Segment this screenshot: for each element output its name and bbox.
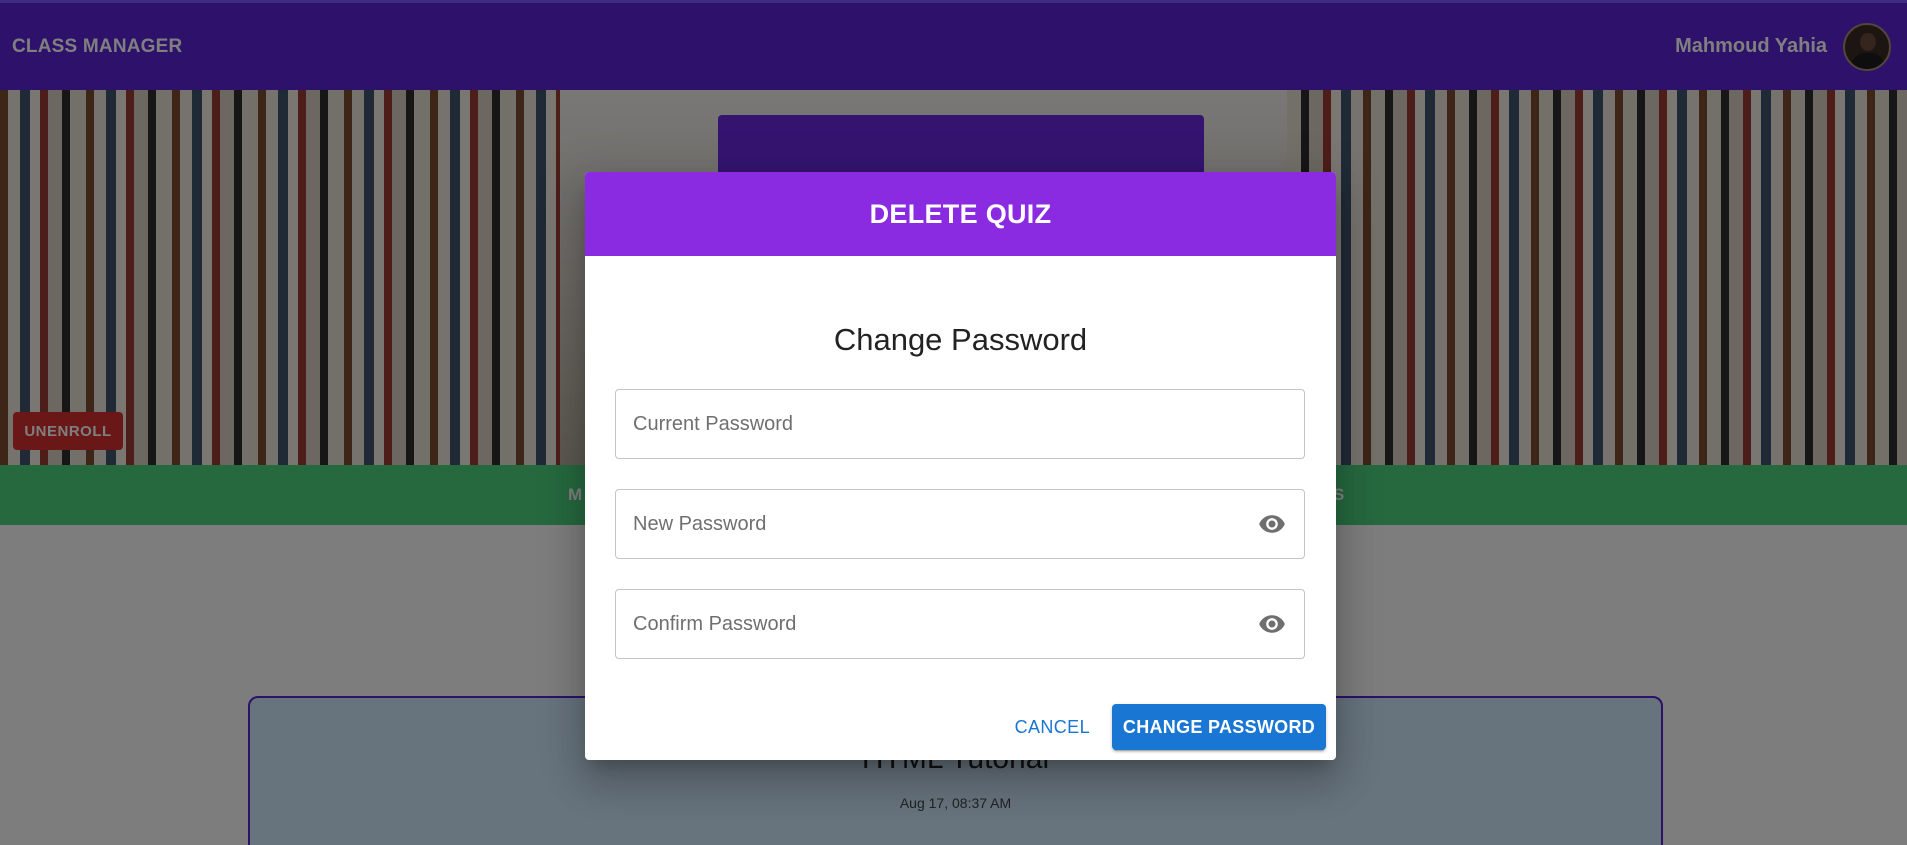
current-password-field[interactable] <box>615 389 1305 459</box>
new-password-field[interactable] <box>615 489 1305 559</box>
current-password-input[interactable] <box>633 404 1288 444</box>
eye-icon[interactable] <box>1256 608 1288 640</box>
confirm-password-field[interactable] <box>615 589 1305 659</box>
eye-icon[interactable] <box>1256 508 1288 540</box>
change-password-dialog: DELETE QUIZ Change Password CANCEL CHANG… <box>585 172 1336 760</box>
eye-icon-svg <box>1259 515 1285 533</box>
dialog-actions: CANCEL CHANGE PASSWORD <box>1009 704 1326 750</box>
dialog-title: Change Password <box>833 322 1088 357</box>
cancel-button[interactable]: CANCEL <box>1009 709 1096 746</box>
dialog-header: DELETE QUIZ <box>585 172 1336 256</box>
change-password-button[interactable]: CHANGE PASSWORD <box>1112 704 1326 750</box>
confirm-password-input[interactable] <box>633 604 1256 644</box>
eye-icon-svg <box>1259 615 1285 633</box>
new-password-input[interactable] <box>633 504 1256 544</box>
